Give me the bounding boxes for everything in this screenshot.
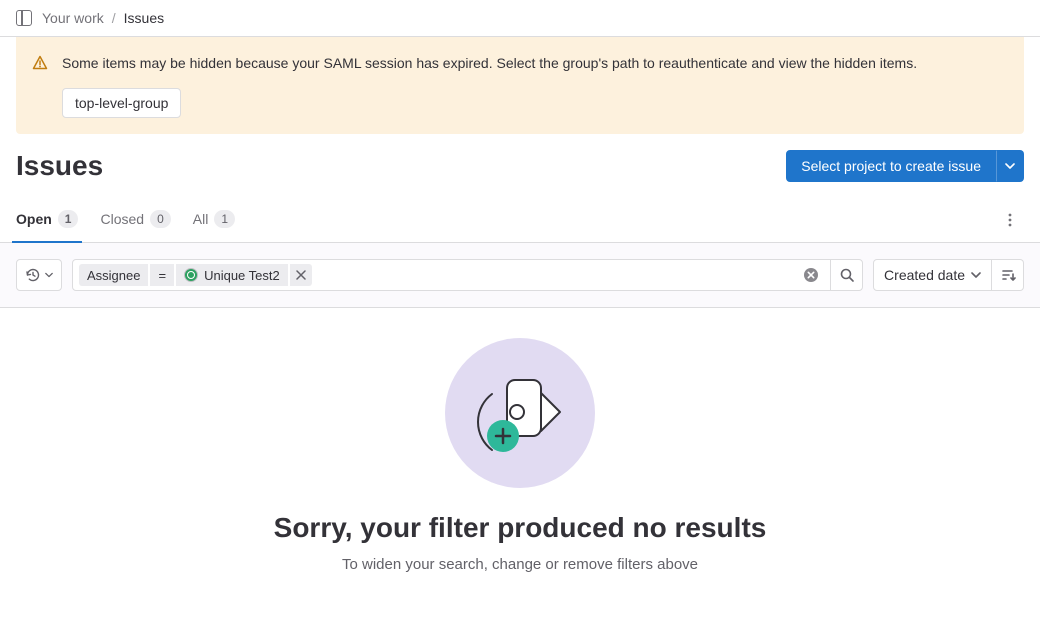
close-icon (296, 270, 306, 280)
tab-badge: 1 (214, 210, 235, 228)
clear-search-button[interactable] (796, 260, 826, 290)
empty-subtitle: To widen your search, change or remove f… (20, 556, 1020, 573)
filter-token-assignee: Assignee = Unique Test2 (79, 264, 312, 286)
clear-icon (803, 267, 819, 283)
tabs-actions-menu[interactable] (996, 206, 1024, 234)
search-history-button[interactable] (16, 259, 62, 291)
tab-closed[interactable]: Closed 0 (100, 198, 170, 242)
tab-label: Closed (100, 211, 144, 227)
breadcrumb: Your work / Issues (42, 10, 164, 26)
saml-alert: Some items may be hidden because your SA… (16, 37, 1024, 134)
chevron-down-icon (1005, 161, 1015, 171)
create-issue-group: Select project to create issue (786, 150, 1024, 182)
tabs: Open 1 Closed 0 All 1 (16, 198, 235, 242)
alert-group-button[interactable]: top-level-group (62, 88, 181, 118)
tabs-row: Open 1 Closed 0 All 1 (0, 198, 1040, 243)
alert-text: Some items may be hidden because your SA… (62, 53, 1008, 74)
token-label: Assignee (79, 264, 148, 286)
empty-state: Sorry, your filter produced no results T… (0, 308, 1040, 613)
kebab-icon (1002, 212, 1018, 228)
token-value: Unique Test2 (176, 264, 288, 286)
page-title: Issues (16, 150, 103, 182)
breadcrumb-separator: / (112, 10, 116, 26)
history-icon (25, 267, 41, 283)
token-remove[interactable] (290, 264, 312, 286)
topbar: Your work / Issues (0, 0, 1040, 37)
create-issue-dropdown[interactable] (996, 150, 1024, 182)
tab-open[interactable]: Open 1 (16, 198, 78, 242)
sort-select[interactable]: Created date (873, 259, 992, 291)
sort-group: Created date (873, 259, 1024, 291)
filter-search-box[interactable]: Assignee = Unique Test2 (72, 259, 863, 291)
empty-illustration (445, 338, 595, 488)
token-value-text: Unique Test2 (204, 268, 280, 283)
select-project-button[interactable]: Select project to create issue (786, 150, 996, 182)
tab-label: Open (16, 211, 52, 227)
filter-bar: Assignee = Unique Test2 (0, 243, 1040, 308)
warning-icon (32, 55, 48, 118)
breadcrumb-current: Issues (124, 10, 164, 26)
tab-label: All (193, 211, 209, 227)
tab-badge: 1 (58, 210, 79, 228)
tab-all[interactable]: All 1 (193, 198, 235, 242)
sort-direction-button[interactable] (992, 259, 1024, 291)
breadcrumb-parent[interactable]: Your work (42, 10, 104, 26)
tab-badge: 0 (150, 210, 171, 228)
user-avatar-icon (184, 268, 198, 282)
chevron-down-icon (45, 271, 53, 279)
search-button[interactable] (830, 259, 862, 291)
page-header: Issues Select project to create issue (0, 134, 1040, 198)
sidebar-toggle-icon[interactable] (16, 10, 32, 26)
chevron-down-icon (971, 270, 981, 280)
search-icon (839, 267, 855, 283)
sort-desc-icon (1000, 267, 1016, 283)
sort-label: Created date (884, 267, 965, 283)
token-operator: = (150, 264, 174, 286)
empty-title: Sorry, your filter produced no results (20, 512, 1020, 544)
